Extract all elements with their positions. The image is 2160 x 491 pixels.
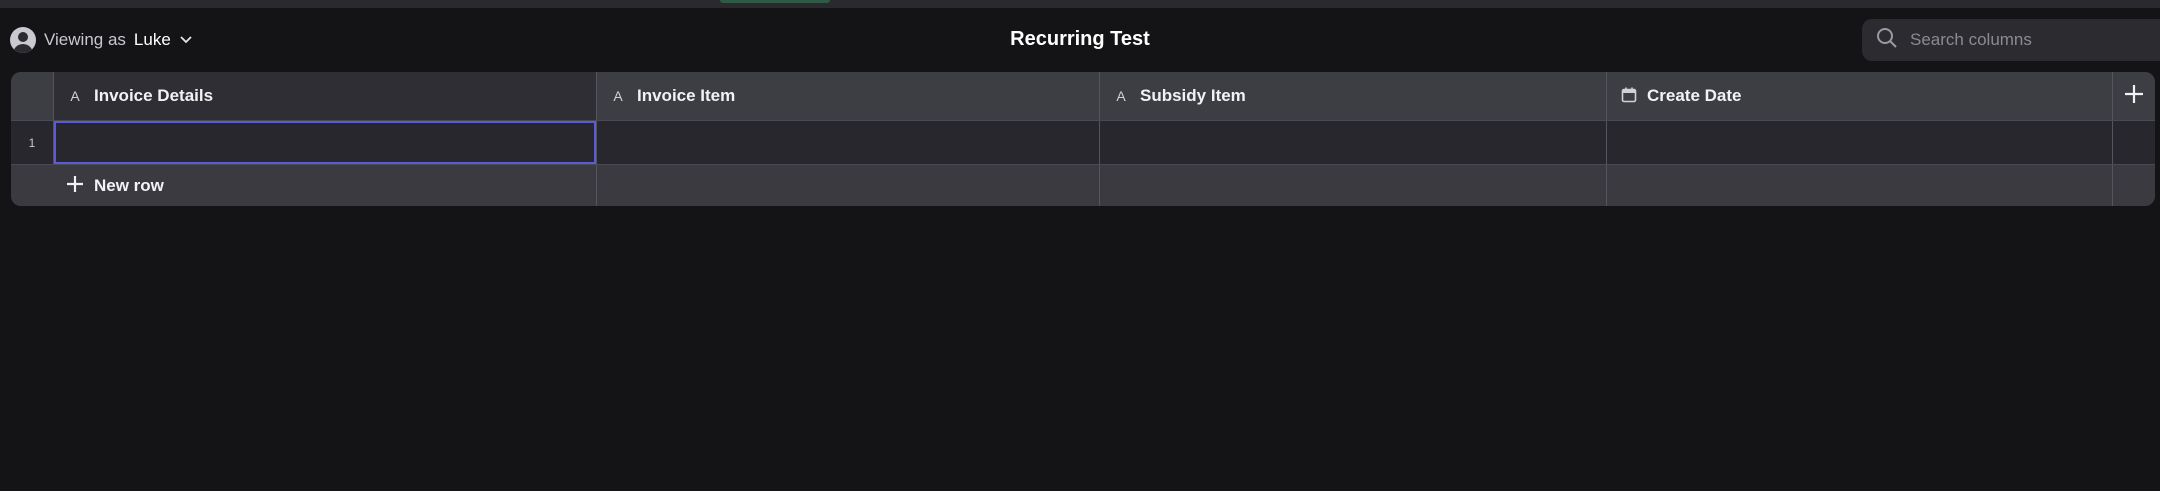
new-row-cell (1607, 165, 2113, 206)
table-cell-subsidy-item[interactable] (1100, 121, 1607, 164)
cell-selection-outline (54, 121, 596, 164)
column-header-invoice-details[interactable]: A Invoice Details (54, 72, 597, 120)
new-row-cell (597, 165, 1100, 206)
text-type-icon: A (613, 88, 623, 104)
plus-icon (2123, 83, 2145, 110)
table-cell-invoice-details[interactable] (54, 121, 597, 164)
column-header-row: A Invoice Details A Invoice Item A Subsi… (11, 72, 2155, 120)
table-cell-invoice-item[interactable] (597, 121, 1100, 164)
page-title: Recurring Test (1010, 28, 1150, 50)
new-row-label: New row (94, 176, 164, 195)
top-strip (0, 0, 2160, 8)
row-number-label: 1 (28, 135, 36, 150)
new-row-button[interactable]: New row (66, 165, 164, 206)
plus-icon (66, 175, 84, 198)
active-tab-indicator (720, 0, 830, 3)
add-column-button[interactable] (2113, 72, 2155, 120)
row-number-header (11, 72, 54, 120)
column-header-invoice-item[interactable]: A Invoice Item (597, 72, 1100, 120)
column-label: Invoice Item (637, 86, 736, 105)
search-box[interactable] (1862, 19, 2160, 61)
column-label: Subsidy Item (1140, 86, 1246, 105)
header-bar: Viewing as Luke Recurring Test (0, 8, 2160, 70)
search-icon (1876, 27, 1898, 54)
text-type-icon: A (70, 88, 80, 104)
new-row-bar: New row (11, 164, 2155, 206)
column-header-create-date[interactable]: Create Date (1607, 72, 2113, 120)
text-type-icon: A (1116, 88, 1126, 104)
new-row-spacer (11, 165, 54, 206)
row-spacer (2113, 121, 2155, 164)
new-row-cell (1100, 165, 1607, 206)
row-number[interactable]: 1 (11, 121, 54, 164)
column-label: Invoice Details (94, 86, 214, 105)
table-row: 1 (11, 120, 2155, 164)
new-row-cell (2113, 165, 2155, 206)
calendar-icon (1621, 87, 1637, 106)
data-grid: A Invoice Details A Invoice Item A Subsi… (11, 72, 2155, 206)
table-cell-create-date[interactable] (1607, 121, 2113, 164)
search-columns-input[interactable] (1908, 29, 2138, 51)
column-label: Create Date (1647, 86, 1742, 105)
column-header-subsidy-item[interactable]: A Subsidy Item (1100, 72, 1607, 120)
